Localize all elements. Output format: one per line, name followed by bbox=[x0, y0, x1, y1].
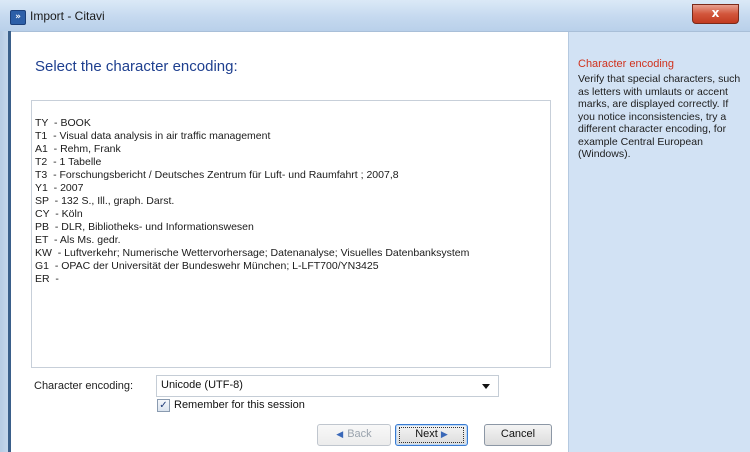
preview-line: PB - DLR, Bibliotheks- und Informationsw… bbox=[35, 221, 254, 233]
help-panel: Character encoding Verify that special c… bbox=[568, 32, 750, 452]
preview-line: ER - bbox=[35, 273, 59, 285]
title-bar[interactable]: » Import - Citavi x bbox=[0, 0, 750, 32]
preview-line: CY - Köln bbox=[35, 208, 83, 220]
encoding-label: Character encoding: bbox=[34, 380, 134, 392]
back-button[interactable]: ◀ Back bbox=[317, 424, 391, 446]
chevron-down-icon[interactable] bbox=[482, 384, 490, 389]
preview-line: T3 - Forschungsbericht / Deutsches Zentr… bbox=[35, 169, 399, 181]
preview-line: G1 - OPAC der Universität der Bundeswehr… bbox=[35, 260, 379, 272]
window-title: Import - Citavi bbox=[30, 9, 105, 23]
citavi-logo-icon: » bbox=[10, 10, 26, 25]
preview-line: ET - Als Ms. gedr. bbox=[35, 234, 121, 246]
preview-text: TY - BOOK T1 - Visual data analysis in ai… bbox=[35, 117, 469, 286]
preview-line: A1 - Rehm, Frank bbox=[35, 143, 121, 155]
cancel-button[interactable]: Cancel bbox=[484, 424, 552, 446]
preview-line: TY - BOOK bbox=[35, 117, 91, 129]
preview-line: Y1 - 2007 bbox=[35, 182, 84, 194]
main-panel: Select the character encoding: TY - BOOK… bbox=[11, 32, 568, 452]
preview-line: SP - 132 S., Ill., graph. Darst. bbox=[35, 195, 175, 207]
focus-ring bbox=[399, 427, 464, 443]
arrow-left-icon: ◀ bbox=[336, 429, 344, 439]
help-text: Verify that special characters, such as … bbox=[578, 73, 741, 160]
encoding-preview-box[interactable]: TY - BOOK T1 - Visual data analysis in ai… bbox=[31, 100, 551, 368]
preview-line: T1 - Visual data analysis in air traffic… bbox=[35, 130, 271, 142]
remember-checkbox-label[interactable]: Remember for this session bbox=[174, 399, 305, 411]
preview-line: T2 - 1 Tabelle bbox=[35, 156, 102, 168]
encoding-select-value: Unicode (UTF-8) bbox=[161, 379, 243, 391]
back-button-label: Back bbox=[347, 428, 372, 440]
page-title: Select the character encoding: bbox=[35, 58, 238, 75]
remember-checkbox[interactable]: ✓ bbox=[157, 399, 170, 412]
help-title: Character encoding bbox=[578, 58, 675, 70]
next-button[interactable]: Next ▶ bbox=[395, 424, 468, 446]
encoding-select[interactable]: Unicode (UTF-8) bbox=[156, 375, 499, 397]
close-button[interactable]: x bbox=[692, 4, 739, 24]
preview-line: KW - Luftverkehr; Numerische Wettervorhe… bbox=[35, 247, 470, 259]
